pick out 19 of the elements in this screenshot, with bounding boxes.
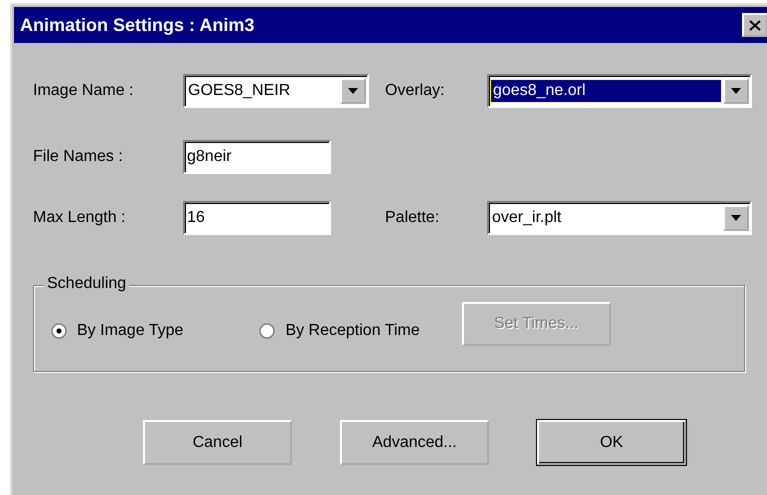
dialog-button[interactable]: OK [537, 420, 686, 465]
close-button[interactable] [742, 13, 767, 37]
dropdown[interactable]: GOES8_NEIR [183, 74, 369, 108]
radio-option[interactable]: By Image Type [51, 322, 184, 340]
dropdown[interactable]: goes8_ne.orl [487, 74, 752, 108]
field-label: File Names : [33, 148, 124, 166]
dialog-button[interactable]: Cancel [143, 420, 292, 465]
field-label: Palette: [385, 209, 440, 227]
dropdown[interactable]: over_ir.plt [487, 201, 752, 235]
input-field[interactable]: g8neir [183, 140, 331, 174]
radio-option[interactable]: By Reception Time [259, 322, 420, 340]
field-label: Max Length : [33, 209, 126, 227]
field-label: Overlay: [385, 82, 446, 100]
window-title: Animation Settings : Anim3 [20, 14, 254, 36]
input-field[interactable]: 16 [183, 201, 331, 235]
close-icon [749, 20, 761, 30]
dialog-button[interactable]: Advanced... [340, 420, 489, 465]
group-title: Scheduling [44, 275, 130, 293]
field-label: Image Name : [33, 82, 134, 100]
